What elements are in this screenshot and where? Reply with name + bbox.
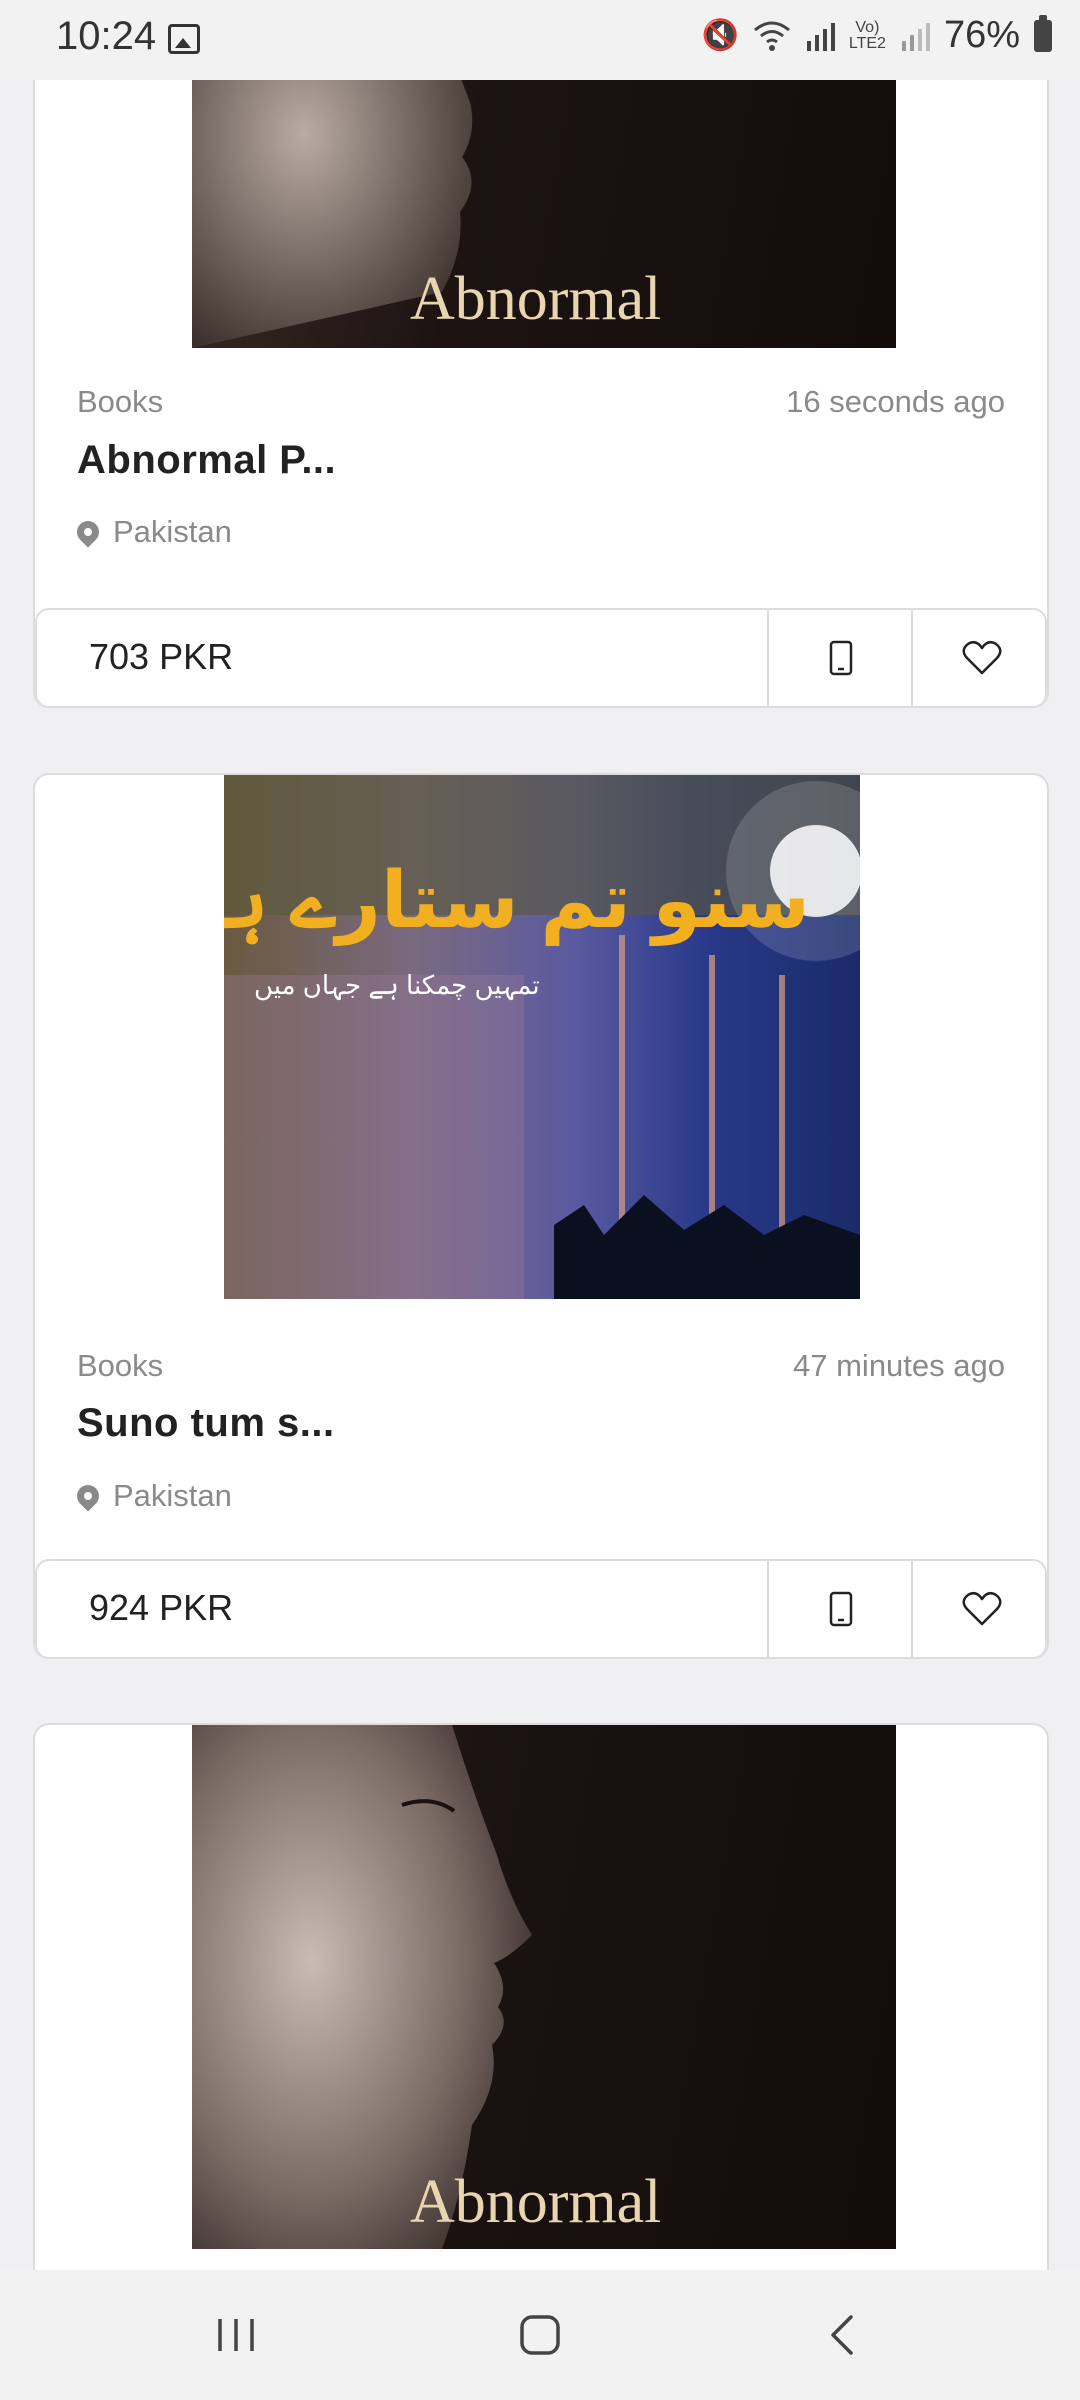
listing-category: Books	[77, 384, 164, 419]
favorite-button[interactable]	[911, 1561, 1047, 1657]
price-bar: 703 PKR	[35, 608, 1047, 706]
home-button[interactable]	[440, 2270, 640, 2400]
location-label: Pakistan	[113, 514, 232, 549]
back-button[interactable]	[742, 2270, 942, 2400]
status-bar: 10:24 🔇 Vo) LTE2 76%	[0, 0, 1080, 80]
battery-percent: 76%	[943, 14, 1020, 56]
cover-subtitle-urdu: تمہیں چمکنا ہے جہاں میں	[254, 970, 540, 1000]
listing-time: 16 seconds ago	[786, 384, 1005, 419]
listing-location: Pakistan	[72, 1478, 232, 1514]
cover-title-urdu: سنو تم ستارے ہو	[224, 856, 810, 944]
call-button[interactable]	[767, 1561, 913, 1657]
listing-title[interactable]: Abnormal P...	[77, 438, 336, 483]
listing-card[interactable]: Abnormal Books 16 seconds ago Abnormal P…	[33, 0, 1049, 708]
cover-text: Abnormal	[410, 2168, 662, 2236]
call-button[interactable]	[767, 610, 913, 706]
image-icon	[168, 24, 200, 54]
battery-icon	[1034, 14, 1052, 52]
back-icon	[831, 2315, 853, 2355]
listing-price: 703 PKR	[89, 636, 234, 677]
listing-price: 924 PKR	[89, 1587, 234, 1628]
heart-icon	[962, 640, 1002, 675]
phone-icon	[829, 1591, 853, 1627]
listing-category: Books	[77, 1348, 164, 1383]
location-label: Pakistan	[113, 1478, 232, 1513]
home-icon	[520, 2315, 560, 2355]
price-bar: 924 PKR	[35, 1559, 1047, 1657]
listing-thumbnail[interactable]: Abnormal	[192, 1725, 896, 2249]
signal2-icon	[901, 22, 930, 51]
status-time: 10:24	[56, 14, 157, 58]
mute-icon: 🔇	[701, 19, 739, 52]
recent-apps-icon	[218, 2319, 254, 2351]
location-pin-icon	[72, 516, 104, 548]
recent-apps-button[interactable]	[136, 2270, 336, 2400]
location-pin-icon	[72, 1480, 104, 1512]
listing-feed[interactable]: Abnormal Books 16 seconds ago Abnormal P…	[0, 0, 1080, 2270]
listing-card[interactable]: سنو تم ستارے ہو تمہیں چمکنا ہے جہاں میں …	[33, 773, 1049, 1659]
listing-thumbnail[interactable]: سنو تم ستارے ہو تمہیں چمکنا ہے جہاں میں	[224, 775, 860, 1299]
status-icons: 🔇 Vo) LTE2 76%	[702, 14, 1052, 57]
cover-text: Abnormal	[410, 265, 662, 333]
system-nav-bar	[0, 2270, 1080, 2400]
favorite-button[interactable]	[911, 610, 1047, 706]
wifi-icon	[753, 21, 790, 51]
listing-location: Pakistan	[72, 514, 232, 550]
volte-icon: Vo) LTE2	[848, 18, 886, 52]
listing-time: 47 minutes ago	[793, 1348, 1005, 1383]
signal-icon	[806, 22, 835, 51]
listing-card[interactable]: Abnormal	[33, 1723, 1049, 2270]
cover-art-image	[224, 775, 860, 1299]
heart-icon	[962, 1591, 1002, 1626]
phone-icon	[829, 640, 853, 676]
listing-title[interactable]: Suno tum s...	[77, 1401, 335, 1446]
